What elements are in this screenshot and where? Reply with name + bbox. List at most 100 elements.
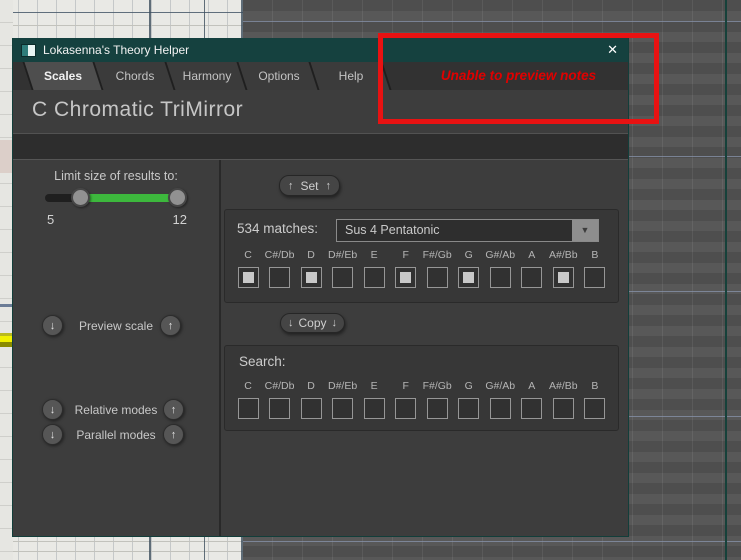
up-arrow-icon: ↑ xyxy=(288,180,294,192)
slider-max-value: 12 xyxy=(163,212,187,227)
tab-help[interactable]: Help xyxy=(315,62,387,90)
note-checkbox-C[interactable] xyxy=(238,267,259,288)
up-arrow-icon: ↑ xyxy=(171,404,177,416)
tab-label: Scales xyxy=(44,69,82,83)
note-column: D xyxy=(296,249,326,288)
preview-scale-label: Preview scale xyxy=(68,319,164,333)
matches-panel: 534 matches: Sus 4 Pentatonic ▼ CC#/DbDD… xyxy=(224,209,619,303)
note-column: G#/Ab xyxy=(485,380,515,419)
size-slider-fill xyxy=(80,194,177,202)
note-column: E xyxy=(359,380,389,419)
preview-scale-down-button[interactable]: ↓ xyxy=(42,315,63,336)
limit-size-label: Limit size of results to: xyxy=(21,169,211,183)
up-arrow-icon: ↑ xyxy=(171,429,177,441)
octave-line xyxy=(243,541,741,542)
note-label: F xyxy=(402,249,408,262)
note-checkbox-C#/Db[interactable] xyxy=(269,267,290,288)
matches-note-grid: CC#/DbDD#/EbEFF#/GbGG#/AbAA#/BbB xyxy=(233,249,610,288)
content-area: Limit size of results to: 5 12 ↓ Preview… xyxy=(13,159,628,536)
copy-button-label: Copy xyxy=(298,316,326,330)
parallel-modes-down-button[interactable]: ↓ xyxy=(42,424,63,445)
note-checkbox-G[interactable] xyxy=(458,267,479,288)
note-label: E xyxy=(371,380,378,393)
note-column: A#/Bb xyxy=(548,249,578,288)
note-label: A#/Bb xyxy=(549,380,578,393)
note-label: G xyxy=(465,249,473,262)
note-checkbox-E[interactable] xyxy=(364,398,385,419)
note-column: C#/Db xyxy=(265,249,295,288)
note-label: C xyxy=(244,380,252,393)
down-arrow-icon: ↓ xyxy=(288,317,294,329)
tab-scales[interactable]: Scales xyxy=(27,62,99,90)
note-checkbox-A#/Bb[interactable] xyxy=(553,398,574,419)
slider-handle-min[interactable] xyxy=(71,188,90,207)
note-column: F xyxy=(391,249,421,288)
note-column: C xyxy=(233,380,263,419)
preview-scale-up-button[interactable]: ↑ xyxy=(160,315,181,336)
note-label: D xyxy=(307,249,315,262)
note-checkbox-G#/Ab[interactable] xyxy=(490,398,511,419)
note-label: G xyxy=(465,380,473,393)
note-checkbox-A#/Bb[interactable] xyxy=(553,267,574,288)
note-column: F#/Gb xyxy=(422,249,452,288)
scale-dropdown[interactable]: Sus 4 Pentatonic ▼ xyxy=(336,219,599,242)
note-label: D#/Eb xyxy=(328,380,357,393)
grid-line xyxy=(0,25,243,26)
note-checkbox-D[interactable] xyxy=(301,398,322,419)
tab-label: Harmony xyxy=(183,69,232,83)
note-checkbox-A[interactable] xyxy=(521,267,542,288)
copy-button[interactable]: ↓ Copy ↓ xyxy=(280,313,345,333)
set-button[interactable]: ↑ Set ↑ xyxy=(279,175,340,196)
note-column: C#/Db xyxy=(265,380,295,419)
search-panel: Search: CC#/DbDD#/EbEFF#/GbGG#/AbAA#/BbB xyxy=(224,345,619,431)
parallel-modes-label: Parallel modes xyxy=(68,428,164,442)
grid-line xyxy=(0,551,243,552)
note-label: G#/Ab xyxy=(485,249,515,262)
grid-line xyxy=(0,12,243,13)
note-checkbox-F[interactable] xyxy=(395,398,416,419)
note-label: A#/Bb xyxy=(549,249,578,262)
note-checkbox-E[interactable] xyxy=(364,267,385,288)
note-checkbox-B[interactable] xyxy=(584,267,605,288)
relative-modes-up-button[interactable]: ↑ xyxy=(163,399,184,420)
relative-modes-label: Relative modes xyxy=(68,403,164,417)
note-label: A xyxy=(528,380,535,393)
relative-modes-down-button[interactable]: ↓ xyxy=(42,399,63,420)
chevron-down-icon[interactable]: ▼ xyxy=(572,220,598,241)
app-icon xyxy=(21,44,36,57)
note-checkbox-D[interactable] xyxy=(301,267,322,288)
note-checkbox-D#/Eb[interactable] xyxy=(332,398,353,419)
note-column: D xyxy=(296,380,326,419)
down-arrow-icon: ↓ xyxy=(50,320,56,332)
note-checkbox-D#/Eb[interactable] xyxy=(332,267,353,288)
note-label: D#/Eb xyxy=(328,249,357,262)
note-column: A xyxy=(517,380,547,419)
note-label: C#/Db xyxy=(265,249,295,262)
note-checkbox-F[interactable] xyxy=(395,267,416,288)
note-checkbox-A[interactable] xyxy=(521,398,542,419)
up-arrow-icon: ↑ xyxy=(168,320,174,332)
tab-options[interactable]: Options xyxy=(243,62,315,90)
screen: Lokasenna's Theory Helper ✕ ScalesChords… xyxy=(0,0,741,560)
note-column: F xyxy=(391,380,421,419)
note-checkbox-B[interactable] xyxy=(584,398,605,419)
down-arrow-icon: ↓ xyxy=(50,404,56,416)
parallel-modes-up-button[interactable]: ↑ xyxy=(163,424,184,445)
note-checkbox-C#/Db[interactable] xyxy=(269,398,290,419)
note-label: B xyxy=(591,249,598,262)
down-arrow-icon: ↓ xyxy=(332,317,338,329)
tab-harmony[interactable]: Harmony xyxy=(171,62,243,90)
note-checkbox-F#/Gb[interactable] xyxy=(427,267,448,288)
note-checkbox-G[interactable] xyxy=(458,398,479,419)
search-label: Search: xyxy=(239,354,286,369)
note-label: D xyxy=(307,380,315,393)
note-checkbox-C[interactable] xyxy=(238,398,259,419)
note-checkbox-F#/Gb[interactable] xyxy=(427,398,448,419)
grid-marker-line xyxy=(725,0,727,560)
tab-chords[interactable]: Chords xyxy=(99,62,171,90)
scale-dropdown-value: Sus 4 Pentatonic xyxy=(345,223,440,237)
slider-handle-max[interactable] xyxy=(168,188,187,207)
note-checkbox-G#/Ab[interactable] xyxy=(490,267,511,288)
note-column: C xyxy=(233,249,263,288)
tab-label: Options xyxy=(258,69,299,83)
